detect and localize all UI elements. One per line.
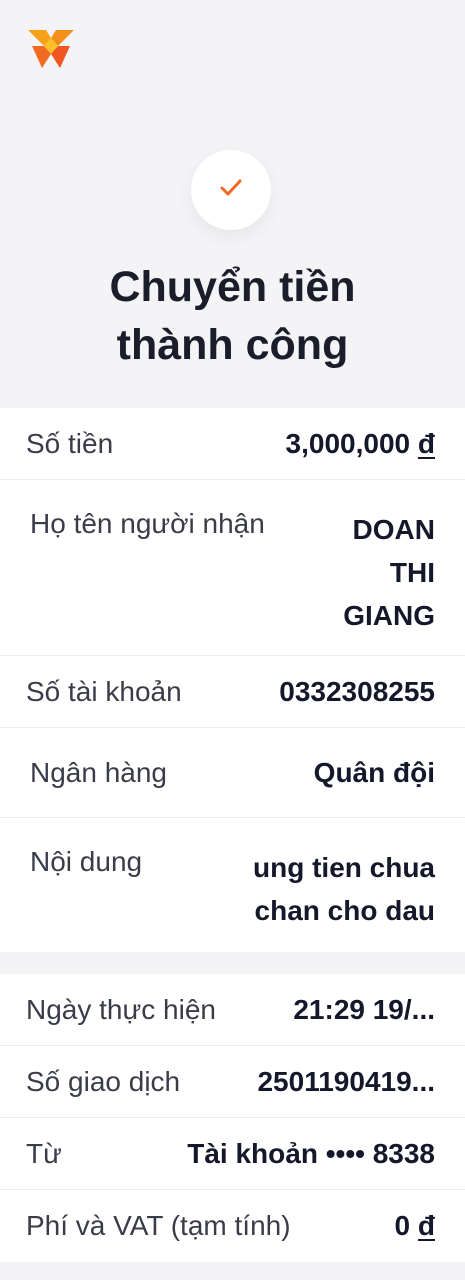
transaction-id-label: Số giao dịch xyxy=(26,1065,181,1097)
brand-logo-icon xyxy=(24,24,78,70)
transaction-id-row: Số giao dịch 2501190419... xyxy=(0,1046,465,1118)
transaction-info-section: Ngày thực hiện 21:29 19/... Số giao dịch… xyxy=(0,974,465,1262)
account-value: 0332308255 xyxy=(279,675,435,707)
bank-row: Ngân hàng Quân đội xyxy=(0,728,465,818)
fee-currency: đ xyxy=(417,1210,435,1241)
fee-label: Phí và VAT (tạm tính) xyxy=(26,1210,291,1241)
fee-number: 0 xyxy=(394,1210,418,1241)
title-line-1: Chuyển tiền xyxy=(109,263,356,311)
amount-number: 3,000,000 xyxy=(285,427,418,459)
content-label: Nội dung xyxy=(30,846,143,877)
date-value: 21:29 19/... xyxy=(293,993,435,1025)
title-line-2: thành công xyxy=(116,321,349,369)
account-label: Số tài khoản xyxy=(26,675,182,707)
amount-value: 3,000,000 đ xyxy=(286,428,435,460)
fee-value: 0 đ xyxy=(395,1210,435,1242)
bank-value: Quân đội xyxy=(313,756,435,788)
date-row: Ngày thực hiện 21:29 19/... xyxy=(0,974,465,1046)
source-account-row: Từ Tài khoản •••• 8338 xyxy=(0,1118,465,1190)
date-label: Ngày thực hiện xyxy=(26,993,216,1025)
recipient-label: Họ tên người nhận xyxy=(30,508,265,539)
success-status-badge xyxy=(191,150,271,230)
section-divider xyxy=(0,952,465,974)
bottom-spacer xyxy=(0,1262,465,1280)
source-account-label: Từ xyxy=(26,1137,62,1169)
recipient-value: DOAN THI GIANG xyxy=(343,514,435,631)
content-value: ung tien chua chan cho dau xyxy=(253,852,435,926)
amount-label: Số tiền xyxy=(26,427,114,459)
transaction-id-value: 2501190419... xyxy=(257,1065,435,1097)
source-account-value: Tài khoản •••• 8338 xyxy=(187,1137,435,1169)
page-title: Chuyển tiền thành công xyxy=(0,258,465,374)
amount-row: Số tiền 3,000,000 đ xyxy=(0,408,465,480)
fee-row: Phí và VAT (tạm tính) 0 đ xyxy=(0,1190,465,1262)
transfer-details-section: Số tiền 3,000,000 đ Họ tên người nhận DO… xyxy=(0,408,465,952)
transfer-success-screen: Chuyển tiền thành công Số tiền 3,000,000… xyxy=(0,0,465,1280)
bank-label: Ngân hàng xyxy=(30,756,168,788)
account-row: Số tài khoản 0332308255 xyxy=(0,656,465,728)
success-header: Chuyển tiền thành công xyxy=(0,0,465,408)
recipient-row: Họ tên người nhận DOAN THI GIANG xyxy=(0,480,465,656)
amount-currency: đ xyxy=(417,427,435,459)
content-row: Nội dung ung tien chua chan cho dau xyxy=(0,818,465,952)
checkmark-icon xyxy=(218,177,244,204)
